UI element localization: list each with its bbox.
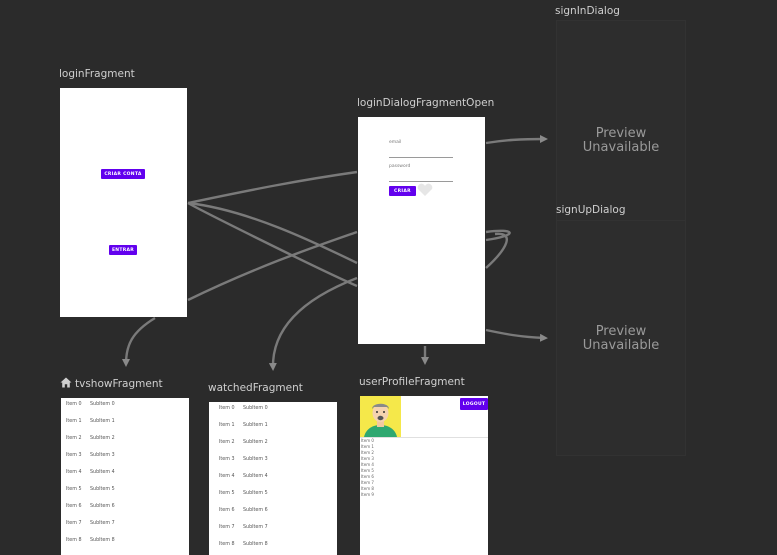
list-item: Item 5 xyxy=(361,468,374,473)
list-item: Item 0 SubItem 0 xyxy=(66,402,115,407)
enter-button[interactable]: ENTRAR xyxy=(109,245,137,255)
login-dialog-preview[interactable]: email password CRIAR xyxy=(358,117,485,344)
list-item: Item 1 xyxy=(361,444,374,449)
sign-up-dialog-preview[interactable]: Preview Unavailable xyxy=(556,220,686,456)
divider xyxy=(360,437,488,438)
sign-in-dialog-label: signInDialog xyxy=(555,5,620,17)
list-item: Item 5 SubItem 5 xyxy=(219,491,268,496)
list-item: Item 6 SubItem 6 xyxy=(219,508,268,513)
list-item: Item 7 xyxy=(361,480,374,485)
avatar xyxy=(360,396,401,437)
list-item: Item 9 xyxy=(361,492,374,497)
action-dialog-to-watched xyxy=(268,276,358,371)
list-item: Item 0 SubItem 0 xyxy=(219,406,268,411)
list-item: Item 3 SubItem 3 xyxy=(219,457,268,462)
list-item: Item 7 SubItem 7 xyxy=(66,521,115,526)
sign-up-preview-line2: Unavailable xyxy=(582,338,660,353)
list-item: Item 8 SubItem 8 xyxy=(219,542,268,547)
logout-button[interactable]: LOGOUT xyxy=(460,398,488,410)
list-item: Item 4 xyxy=(361,462,374,467)
list-item: Item 5 SubItem 5 xyxy=(66,487,115,492)
action-login-to-dialog xyxy=(187,170,358,205)
list-item: Item 8 xyxy=(361,486,374,491)
list-item: Item 4 SubItem 4 xyxy=(66,470,115,475)
tvshow-fragment-label: tvshowFragment xyxy=(75,378,163,390)
list-item: Item 2 xyxy=(361,450,374,455)
list-item: Item 2 SubItem 2 xyxy=(66,436,115,441)
list-item: Item 7 SubItem 7 xyxy=(219,525,268,530)
list-item: Item 0 xyxy=(361,438,374,443)
email-field-label: email xyxy=(389,140,402,145)
list-item: Item 4 SubItem 4 xyxy=(219,474,268,479)
list-item: Item 8 SubItem 8 xyxy=(66,538,115,543)
user-profile-fragment-label: userProfileFragment xyxy=(359,376,465,388)
login-fragment-label: loginFragment xyxy=(59,68,135,80)
ripple-heart-icon xyxy=(417,183,433,196)
login-fragment-preview[interactable]: CRIAR CONTA ENTRAR xyxy=(60,88,187,317)
password-field[interactable] xyxy=(389,181,453,182)
list-item: Item 3 xyxy=(361,456,374,461)
home-icon xyxy=(60,377,72,388)
tvshow-fragment-preview[interactable]: Item 0 SubItem 0 Item 1 SubItem 1 Item 2 Su… xyxy=(61,398,189,555)
create-account-button[interactable]: CRIAR CONTA xyxy=(101,169,145,179)
email-field[interactable] xyxy=(389,157,453,158)
action-login-to-tvshow xyxy=(122,316,156,367)
list-item: Item 6 xyxy=(361,474,374,479)
list-item: Item 2 SubItem 2 xyxy=(219,440,268,445)
submit-button[interactable]: CRIAR xyxy=(389,186,416,196)
list-item: Item 1 SubItem 1 xyxy=(66,419,115,424)
login-dialog-label: loginDialogFragmentOpen xyxy=(357,97,495,109)
action-dialog-to-signin xyxy=(485,135,548,145)
sign-up-dialog-label: signUpDialog xyxy=(556,204,626,216)
list-item: Item 6 SubItem 6 xyxy=(66,504,115,509)
watched-fragment-preview[interactable]: Item 0 SubItem 0 Item 1 SubItem 1 Item 2 Su… xyxy=(209,402,337,555)
sign-up-preview-line1: Preview xyxy=(595,324,647,339)
password-field-label: password xyxy=(389,164,411,169)
action-dialog-to-profile-cross xyxy=(187,201,358,288)
action-dialog-to-signup xyxy=(485,328,548,342)
list-item: Item 3 SubItem 3 xyxy=(66,453,115,458)
sign-in-preview-line1: Preview xyxy=(595,126,647,141)
watched-fragment-label: watchedFragment xyxy=(208,382,303,394)
user-profile-fragment-preview[interactable]: LOGOUT Item 0 Item 1 Item 2 Item 3 Item … xyxy=(360,396,488,555)
list-item: Item 1 SubItem 1 xyxy=(219,423,268,428)
action-login-to-watched-cross xyxy=(187,201,358,265)
sign-in-preview-line2: Unavailable xyxy=(582,140,660,155)
